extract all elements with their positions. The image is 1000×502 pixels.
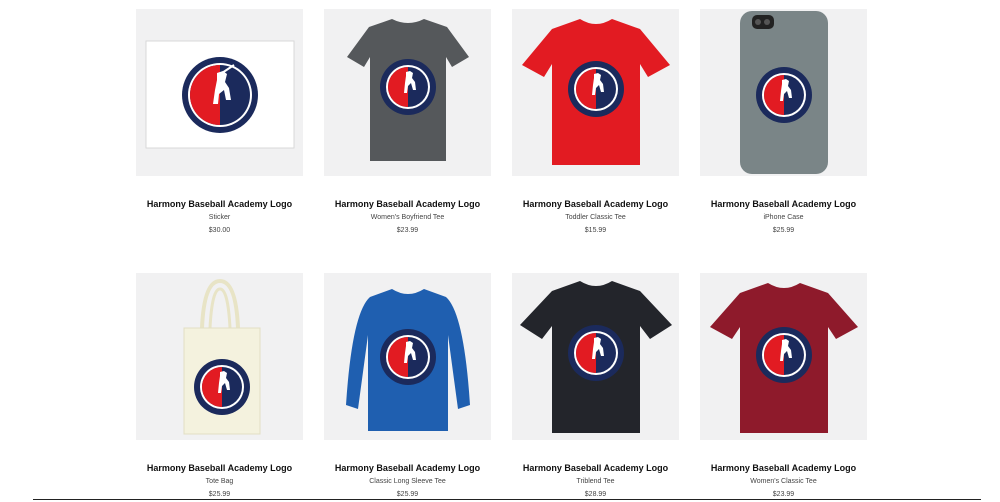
product-price: $25.99 [396,491,419,498]
product-image[interactable] [324,9,491,176]
product-price: $23.99 [772,491,795,498]
product-type: Toddler Classic Tee [565,214,626,221]
product-image[interactable] [512,9,679,176]
product-price: $25.99 [772,227,795,234]
product-title[interactable]: Harmony Baseball Academy Logo [136,199,303,209]
product-title[interactable]: Harmony Baseball Academy Logo [700,463,867,473]
product-type: Tote Bag [205,478,234,485]
product-price: $25.99 [208,491,231,498]
product-image[interactable] [136,273,303,440]
product-type: Sticker [208,214,231,221]
product-type: Women's Boyfriend Tee [370,214,445,221]
product-title[interactable]: Harmony Baseball Academy Logo [324,199,491,209]
product-title[interactable]: Harmony Baseball Academy Logo [136,463,303,473]
product-price: $30.00 [208,227,231,234]
product-price: $28.99 [584,491,607,498]
product-type: Triblend Tee [576,478,615,485]
product-title[interactable]: Harmony Baseball Academy Logo [324,463,491,473]
product-price: $23.99 [396,227,419,234]
product-title[interactable]: Harmony Baseball Academy Logo [512,199,679,209]
product-image[interactable] [324,273,491,440]
product-type: iPhone Case [763,214,804,221]
product-type: Classic Long Sleeve Tee [369,478,446,485]
product-image[interactable] [136,9,303,176]
product-image[interactable] [512,273,679,440]
product-title[interactable]: Harmony Baseball Academy Logo [700,199,867,209]
product-type: Women's Classic Tee [750,478,817,485]
product-title[interactable]: Harmony Baseball Academy Logo [512,463,679,473]
product-image[interactable] [700,273,867,440]
product-price: $15.99 [584,227,607,234]
divider [33,499,981,500]
product-image[interactable] [700,9,867,176]
